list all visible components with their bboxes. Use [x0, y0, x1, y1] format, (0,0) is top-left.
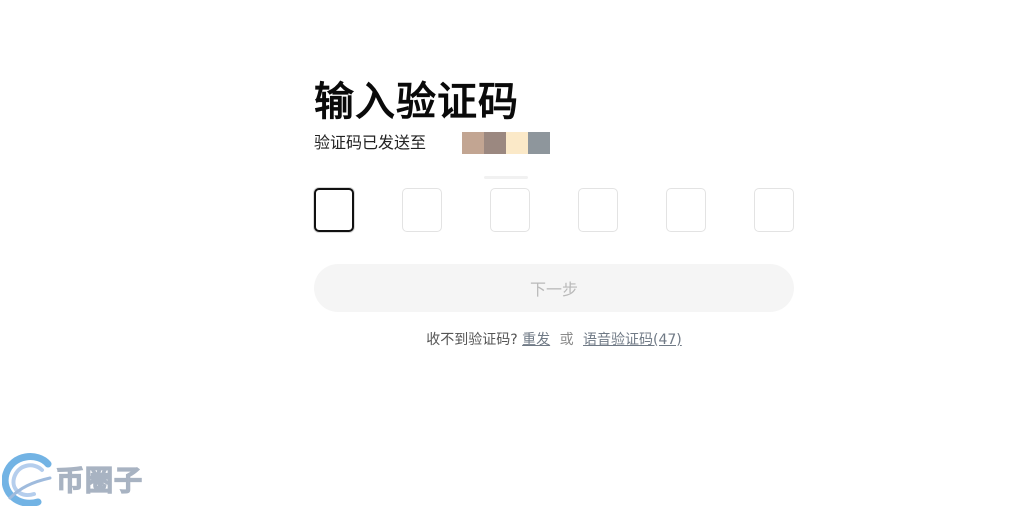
code-digit-1[interactable]: [314, 188, 354, 232]
subtitle-row: 验证码已发送至: [314, 132, 794, 154]
code-digit-3[interactable]: [490, 188, 530, 232]
resend-countdown: (47): [653, 332, 682, 348]
verification-page: 输入验证码 验证码已发送至 下一步 收不到验证码? 重发 或 语音验证码(47)…: [0, 0, 1014, 509]
watermark-logo: 币圈子: [2, 452, 143, 506]
mask-swatch-4: [528, 132, 551, 154]
masked-phone-number: [462, 132, 551, 154]
watermark-c-icon: [2, 453, 52, 506]
verification-panel: 输入验证码 验证码已发送至 下一步 收不到验证码? 重发 或 语音验证码(47): [314, 78, 794, 350]
divider-hint: [484, 176, 528, 179]
code-digit-6[interactable]: [754, 188, 794, 232]
next-step-button[interactable]: 下一步: [314, 264, 794, 312]
code-digit-5[interactable]: [666, 188, 706, 232]
mask-swatch-1: [462, 132, 485, 154]
code-digit-2[interactable]: [402, 188, 442, 232]
resend-link[interactable]: 重发: [522, 332, 550, 348]
code-input-row: [314, 188, 794, 232]
resend-row: 收不到验证码? 重发 或 语音验证码(47): [314, 330, 794, 350]
resend-separator: 或: [559, 332, 574, 348]
watermark-text: 币圈子: [55, 463, 144, 497]
code-digit-4[interactable]: [578, 188, 618, 232]
mask-swatch-2: [484, 132, 507, 154]
mask-swatch-3: [506, 132, 529, 154]
resend-prompt: 收不到验证码?: [426, 332, 518, 348]
voice-code-link[interactable]: 语音验证码: [583, 332, 653, 348]
sent-to-label: 验证码已发送至: [314, 133, 427, 152]
page-title: 输入验证码: [314, 79, 519, 125]
